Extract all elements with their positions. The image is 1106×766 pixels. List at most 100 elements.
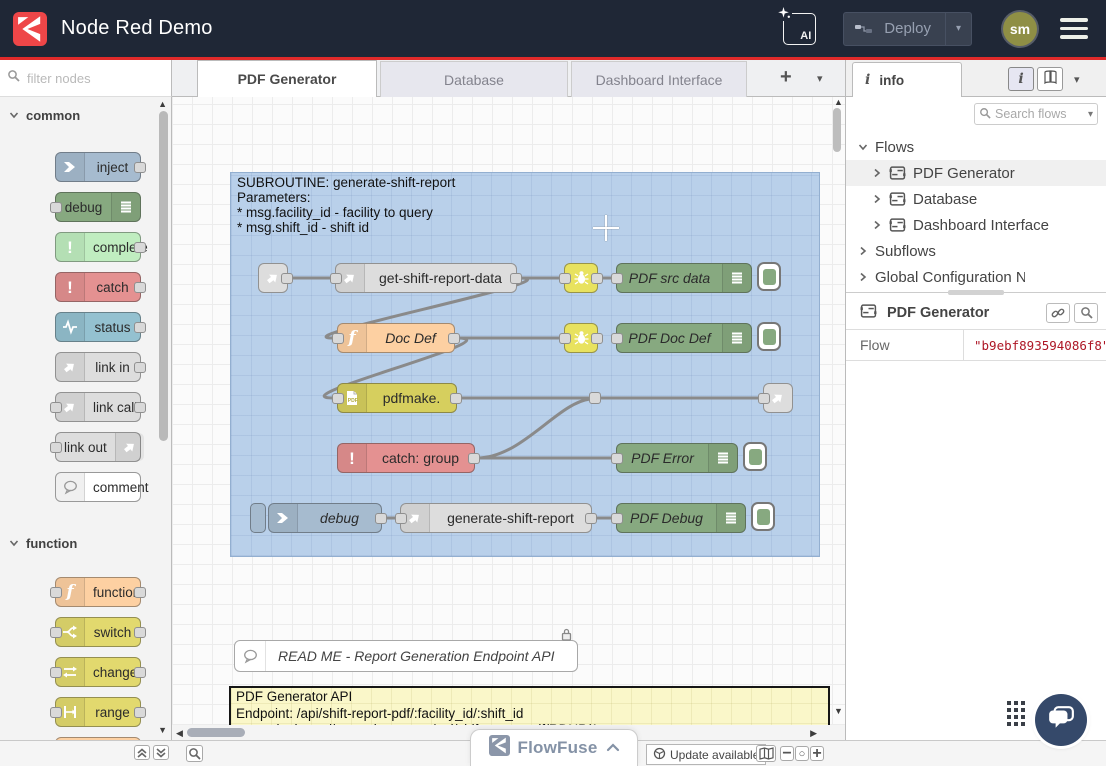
palette-collapse-all-button[interactable] xyxy=(134,745,150,760)
input-port[interactable] xyxy=(611,333,623,344)
tree-item-global-configuration-nodes[interactable]: Global Configuration Nodes xyxy=(846,264,1106,290)
node-pdf-src-data[interactable]: PDF src data xyxy=(616,263,752,293)
deploy-options-caret[interactable]: ▾ xyxy=(945,13,971,45)
sidebar-help-button[interactable] xyxy=(1037,67,1063,91)
input-port[interactable] xyxy=(611,453,623,464)
node-link-in[interactable] xyxy=(258,263,288,293)
node-palette-inject[interactable]: inject xyxy=(55,152,141,182)
user-avatar[interactable]: sm xyxy=(1003,12,1037,46)
tree-item-database[interactable]: Database xyxy=(846,186,1106,212)
input-port[interactable] xyxy=(50,402,62,413)
tab-dashboard-interface[interactable]: Dashboard Interface xyxy=(571,61,747,97)
palette-scroll-up-icon[interactable]: ▲ xyxy=(158,100,167,109)
input-port[interactable] xyxy=(50,667,62,678)
chat-assistant-button[interactable] xyxy=(1035,694,1087,746)
input-port[interactable] xyxy=(611,513,623,524)
node-pdf-doc-def[interactable]: PDF Doc Def xyxy=(616,323,752,353)
canvas-search-button[interactable] xyxy=(186,745,203,762)
canvas-vscrollbar[interactable]: ▲ ▼ xyxy=(831,98,844,724)
output-port[interactable] xyxy=(134,242,146,253)
input-port[interactable] xyxy=(332,393,344,404)
update-available-button[interactable]: Update available xyxy=(646,744,766,765)
debug-enable-toggle[interactable] xyxy=(757,322,781,351)
output-port[interactable] xyxy=(134,162,146,173)
palette-section-common[interactable]: common xyxy=(9,105,80,125)
canvas-scroll-down-icon[interactable]: ▼ xyxy=(834,707,843,716)
input-port[interactable] xyxy=(50,707,62,718)
node-pdf-error[interactable]: PDF Error xyxy=(616,443,738,473)
node-catch-group[interactable]: !catch: group xyxy=(337,443,475,473)
copy-link-button[interactable] xyxy=(1046,303,1070,323)
output-port[interactable] xyxy=(510,273,522,284)
node-palette-range[interactable]: range xyxy=(55,697,141,727)
input-port[interactable] xyxy=(330,273,342,284)
output-port[interactable] xyxy=(134,402,146,413)
output-port[interactable] xyxy=(448,333,460,344)
tab-database[interactable]: Database xyxy=(380,61,568,97)
flow-list-caret[interactable]: ▾ xyxy=(817,72,823,85)
wire-junction[interactable] xyxy=(589,392,601,404)
zoom-reset-button[interactable]: ○ xyxy=(795,746,809,761)
node-link-out[interactable] xyxy=(763,383,793,413)
node-palette-complete[interactable]: !complete xyxy=(55,232,141,262)
palette-scroll-down-icon[interactable]: ▼ xyxy=(158,726,167,735)
node-palette-link-call[interactable]: link call xyxy=(55,392,141,422)
node-palette-function[interactable]: ffunction xyxy=(55,577,141,607)
tree-item-dashboard-interface[interactable]: Dashboard Interface xyxy=(846,212,1106,238)
sidebar-splitter[interactable] xyxy=(846,292,1106,293)
node-readme-comment[interactable]: READ ME - Report Generation Endpoint API xyxy=(234,640,578,672)
add-flow-button[interactable]: + xyxy=(780,66,792,89)
drag-handle-dots[interactable] xyxy=(1007,701,1025,726)
output-port[interactable] xyxy=(134,667,146,678)
input-port[interactable] xyxy=(50,587,62,598)
node-doc-def[interactable]: fDoc Def xyxy=(337,323,455,353)
node-bug-helper-1[interactable] xyxy=(564,263,598,293)
palette-scrollbar[interactable] xyxy=(159,111,168,441)
node-palette-switch[interactable]: switch xyxy=(55,617,141,647)
output-port[interactable] xyxy=(591,333,603,344)
input-port[interactable] xyxy=(758,393,770,404)
output-port[interactable] xyxy=(134,362,146,373)
debug-enable-toggle[interactable] xyxy=(751,502,775,531)
node-palette-link-in[interactable]: link in xyxy=(55,352,141,382)
canvas-scroll-right-icon[interactable]: ▶ xyxy=(810,729,817,738)
output-port[interactable] xyxy=(585,513,597,524)
input-port[interactable] xyxy=(50,202,62,213)
canvas-scroll-left-icon[interactable]: ◀ xyxy=(176,729,183,738)
node-get-shift-report-data[interactable]: get-shift-report-data xyxy=(335,263,517,293)
node-pdf-debug[interactable]: PDF Debug xyxy=(616,503,746,533)
palette-filter-input[interactable] xyxy=(25,70,149,87)
output-port[interactable] xyxy=(134,587,146,598)
tree-item-pdf-generator[interactable]: PDF Generator xyxy=(846,160,1106,186)
node-palette-comment[interactable]: comment xyxy=(55,472,141,502)
input-port[interactable] xyxy=(611,273,623,284)
tree-item-flows[interactable]: Flows xyxy=(846,134,1106,160)
output-port[interactable] xyxy=(134,282,146,293)
node-palette-status[interactable]: status xyxy=(55,312,141,342)
main-menu-button[interactable] xyxy=(1060,18,1088,39)
output-port[interactable] xyxy=(375,513,387,524)
palette-section-function[interactable]: function xyxy=(9,533,77,553)
ai-assistant-button[interactable]: AI xyxy=(783,13,816,45)
inject-trigger-button[interactable] xyxy=(250,503,266,533)
output-port[interactable] xyxy=(591,273,603,284)
output-port[interactable] xyxy=(468,453,480,464)
input-port[interactable] xyxy=(395,513,407,524)
node-palette-link-out[interactable]: link out xyxy=(55,432,141,462)
node-generate-shift-report[interactable]: generate-shift-report xyxy=(400,503,592,533)
wire-catch_to_junction[interactable] xyxy=(477,399,590,458)
search-flow-button[interactable] xyxy=(1074,303,1098,323)
deploy-button[interactable]: Deploy ▾ xyxy=(843,12,972,46)
input-port[interactable] xyxy=(332,333,344,344)
tree-item-subflows[interactable]: Subflows xyxy=(846,238,1106,264)
node-inject-debug[interactable]: debug xyxy=(268,503,382,533)
input-port[interactable] xyxy=(50,627,62,638)
flowfuse-panel-button[interactable]: FlowFuse xyxy=(470,729,638,766)
output-port[interactable] xyxy=(134,322,146,333)
node-palette-change[interactable]: change xyxy=(55,657,141,687)
output-port[interactable] xyxy=(450,393,462,404)
sidebar-info-button[interactable]: i xyxy=(1008,67,1034,91)
zoom-in-button[interactable]: + xyxy=(810,746,824,761)
node-palette-debug[interactable]: debug xyxy=(55,192,141,222)
canvas-scroll-up-icon[interactable]: ▲ xyxy=(834,98,843,107)
